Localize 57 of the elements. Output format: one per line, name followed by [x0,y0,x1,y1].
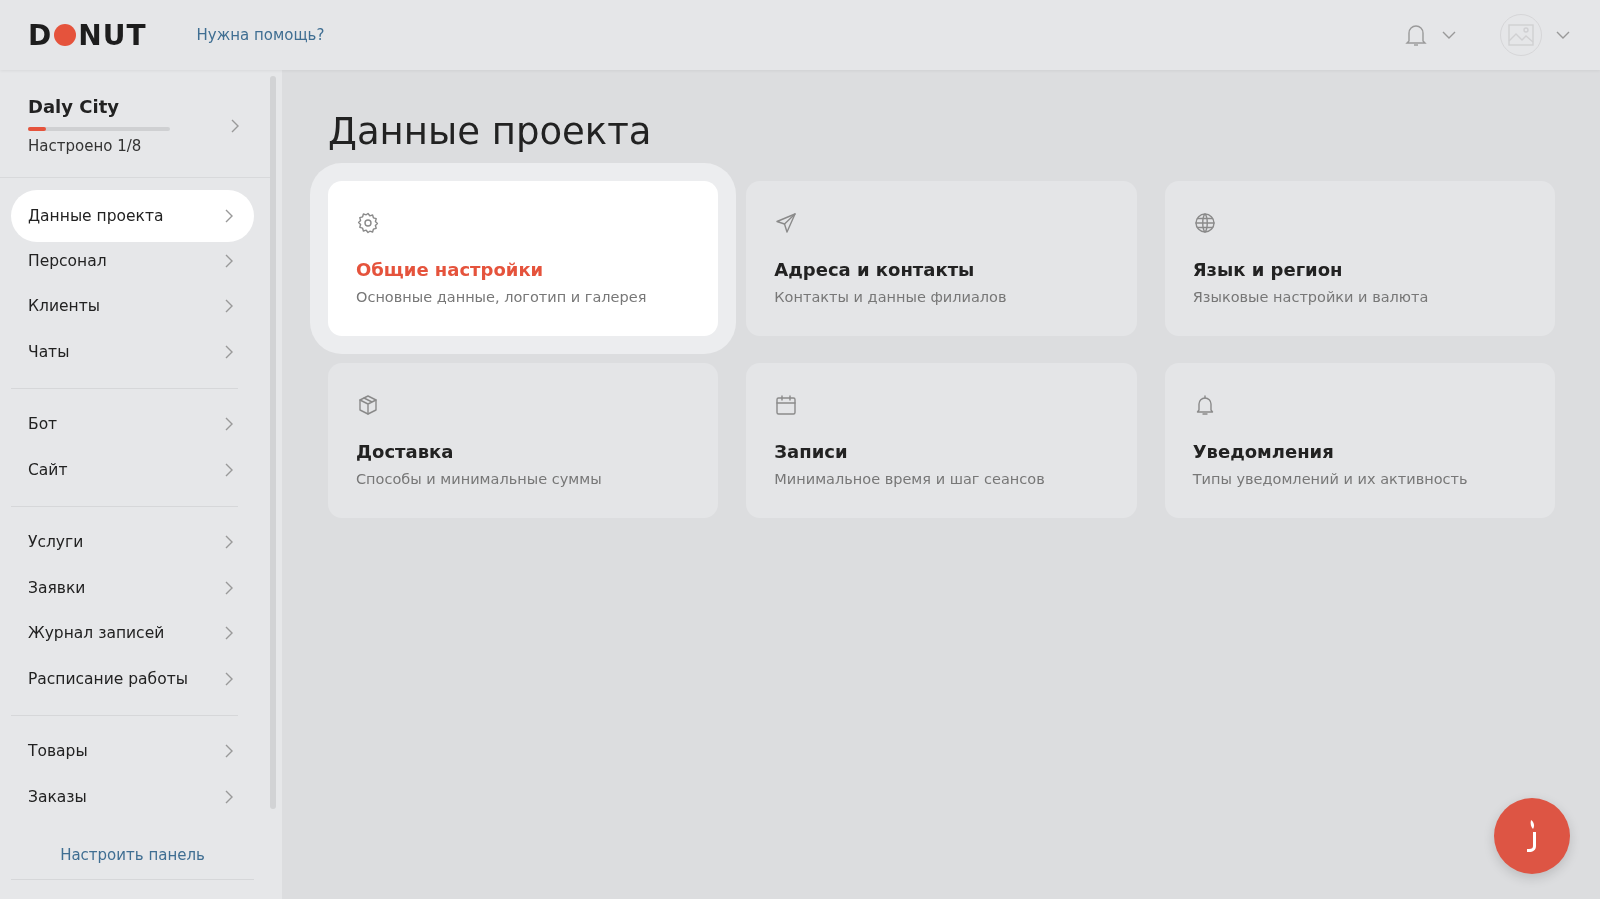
bell-icon[interactable] [1404,22,1428,48]
sidebar-item[interactable]: Заявки [11,565,254,611]
globe-icon [1192,211,1217,235]
settings-card[interactable]: Доставка Способы и минимальные суммы [328,363,719,518]
sidebar-item[interactable]: Услуги [11,519,254,565]
sidebar-item[interactable]: Клиенты [11,283,254,329]
chevron-right-icon [224,743,234,760]
card-title: Уведомления [1192,441,1335,462]
sidebar-item[interactable]: Товары [11,728,254,774]
chevron-right-icon [224,625,234,642]
box-icon [356,393,380,417]
card-description: Основные данные, логотип и галерея [356,289,648,305]
chevron-right-icon [224,670,234,687]
chevron-right-icon [224,416,234,433]
chevron-right-icon [224,788,234,805]
card-description: Языковые настройки и валюта [1192,289,1430,305]
chat-button[interactable] [1494,798,1570,874]
chevron-right-icon [224,208,234,224]
card-description: Способы и минимальные суммы [356,471,603,487]
sidebar-item[interactable]: Бот [11,401,254,447]
customize-panel-link[interactable]: Настроить панель [11,832,254,880]
chevron-right-icon [224,343,234,360]
sidebar-item[interactable]: Данные проекта [11,190,254,242]
logo[interactable]: D NUT [28,18,147,52]
chevron-right-icon [224,252,234,269]
settings-card[interactable]: Адреса и контакты Контакты и данные филиалов [746,181,1137,336]
settings-card[interactable]: Записи Минимальное время и шаг сеансов [746,363,1137,518]
card-title: Адреса и контакты [774,259,976,280]
chevron-right-icon [230,117,240,134]
page-title: Данные проекта [328,110,653,153]
card-title: Общие настройки [356,259,545,280]
gear-icon [356,211,380,235]
card-title: Язык и регион [1192,259,1344,280]
sidebar-item[interactable]: Заказы [11,774,254,820]
setup-progress-text: Настроено 1/8 [28,137,143,155]
card-title: Доставка [356,441,455,462]
sidebar-item[interactable]: Чаты [11,329,254,375]
chevron-right-icon [224,298,234,315]
chevron-down-icon[interactable] [1556,31,1570,39]
help-link[interactable]: Нужна помощь? [196,26,325,44]
project-name: Daly City [28,96,120,117]
card-description: Контакты и данные филиалов [774,289,1008,305]
card-title: Записи [774,441,849,462]
card-description: Типы уведомлений и их активность [1192,471,1469,487]
card-description: Минимальное время и шаг сеансов [774,471,1046,487]
chevron-right-icon [224,579,234,596]
settings-card[interactable]: Язык и регион Языковые настройки и валюта [1164,181,1555,336]
chevron-down-icon[interactable] [1442,31,1456,39]
chevron-right-icon [224,534,234,551]
sidebar-item[interactable]: Сайт [11,447,254,493]
chat-logo-icon [1525,819,1539,853]
calendar-icon [774,393,799,417]
paper-plane-icon [774,211,799,235]
chevron-right-icon [224,461,234,478]
settings-card[interactable]: Уведомления Типы уведомлений и их активность [1164,363,1555,518]
sidebar-item[interactable]: Расписание работы [11,656,254,702]
sidebar-item[interactable]: Журнал записей [11,610,254,656]
